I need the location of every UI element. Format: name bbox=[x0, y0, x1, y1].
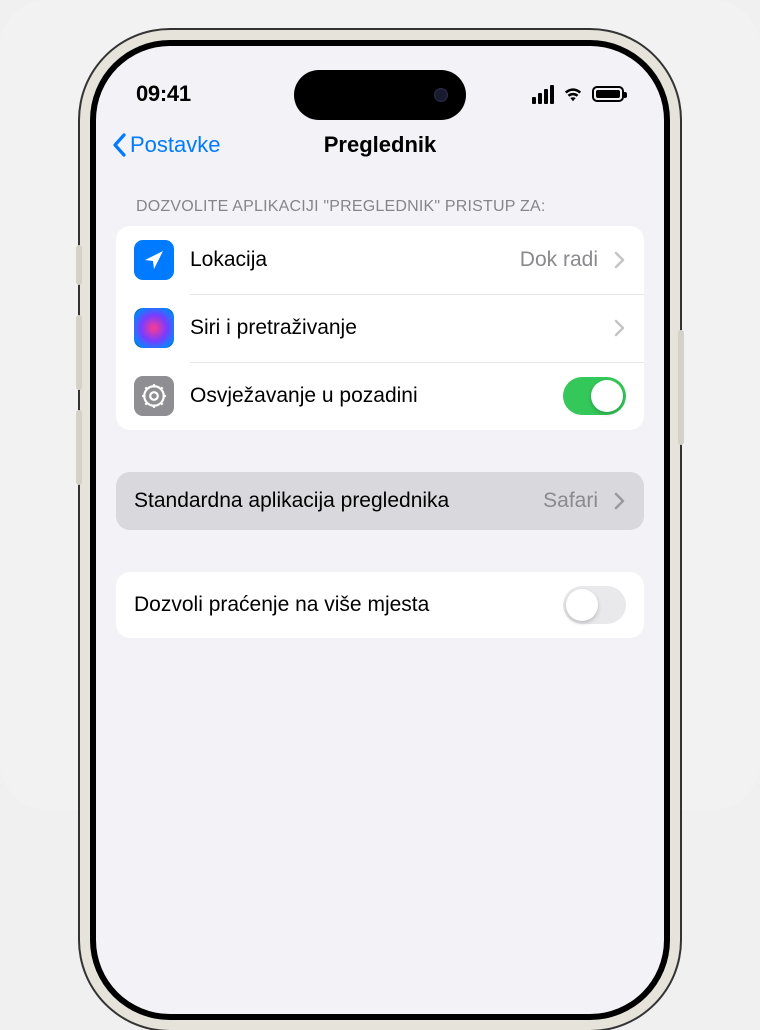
location-value: Dok radi bbox=[520, 248, 598, 272]
side-button-volume-up bbox=[76, 315, 82, 390]
default-browser-value: Safari bbox=[543, 489, 598, 513]
wifi-icon bbox=[562, 85, 584, 103]
tracking-group: Dozvoli praćenje na više mjesta bbox=[116, 572, 644, 638]
siri-icon bbox=[134, 308, 174, 348]
side-button-silence bbox=[76, 245, 82, 285]
background-refresh-toggle[interactable] bbox=[563, 377, 626, 415]
phone-frame: 09:41 bbox=[80, 30, 680, 1030]
cellular-signal-icon bbox=[532, 85, 554, 104]
back-label: Postavke bbox=[130, 132, 221, 158]
status-time: 09:41 bbox=[136, 81, 191, 107]
tracking-label: Dozvoli praćenje na više mjesta bbox=[134, 593, 547, 617]
row-tracking: Dozvoli praćenje na više mjesta bbox=[116, 572, 644, 638]
section-header: DOZVOLITE APLIKACIJI "PREGLEDNIK" PRISTU… bbox=[116, 176, 644, 226]
chevron-right-icon bbox=[614, 319, 626, 337]
row-siri[interactable]: Siri i pretraživanje bbox=[116, 294, 644, 362]
default-browser-group: Standardna aplikacija preglednika Safari bbox=[116, 472, 644, 530]
permissions-group: Lokacija Dok radi Siri i pretraživanje bbox=[116, 226, 644, 430]
side-button-volume-down bbox=[76, 410, 82, 485]
default-browser-label: Standardna aplikacija preglednika bbox=[134, 489, 527, 513]
status-icons bbox=[532, 85, 624, 104]
side-button-power bbox=[678, 330, 684, 445]
chevron-right-icon bbox=[614, 492, 626, 510]
location-label: Lokacija bbox=[190, 248, 504, 272]
battery-icon bbox=[592, 86, 624, 102]
chevron-left-icon bbox=[112, 133, 128, 157]
dynamic-island bbox=[294, 70, 466, 120]
row-location[interactable]: Lokacija Dok radi bbox=[116, 226, 644, 294]
chevron-right-icon bbox=[614, 251, 626, 269]
gear-icon bbox=[134, 376, 174, 416]
siri-label: Siri i pretraživanje bbox=[190, 316, 598, 340]
row-default-browser[interactable]: Standardna aplikacija preglednika Safari bbox=[116, 472, 644, 530]
tracking-toggle[interactable] bbox=[563, 586, 626, 624]
screen: 09:41 bbox=[96, 46, 664, 1014]
nav-bar: Postavke Preglednik bbox=[96, 118, 664, 176]
back-button[interactable]: Postavke bbox=[112, 132, 221, 158]
background-refresh-label: Osvježavanje u pozadini bbox=[190, 384, 547, 408]
location-icon bbox=[134, 240, 174, 280]
front-camera-icon bbox=[434, 88, 448, 102]
row-background-refresh: Osvježavanje u pozadini bbox=[116, 362, 644, 430]
